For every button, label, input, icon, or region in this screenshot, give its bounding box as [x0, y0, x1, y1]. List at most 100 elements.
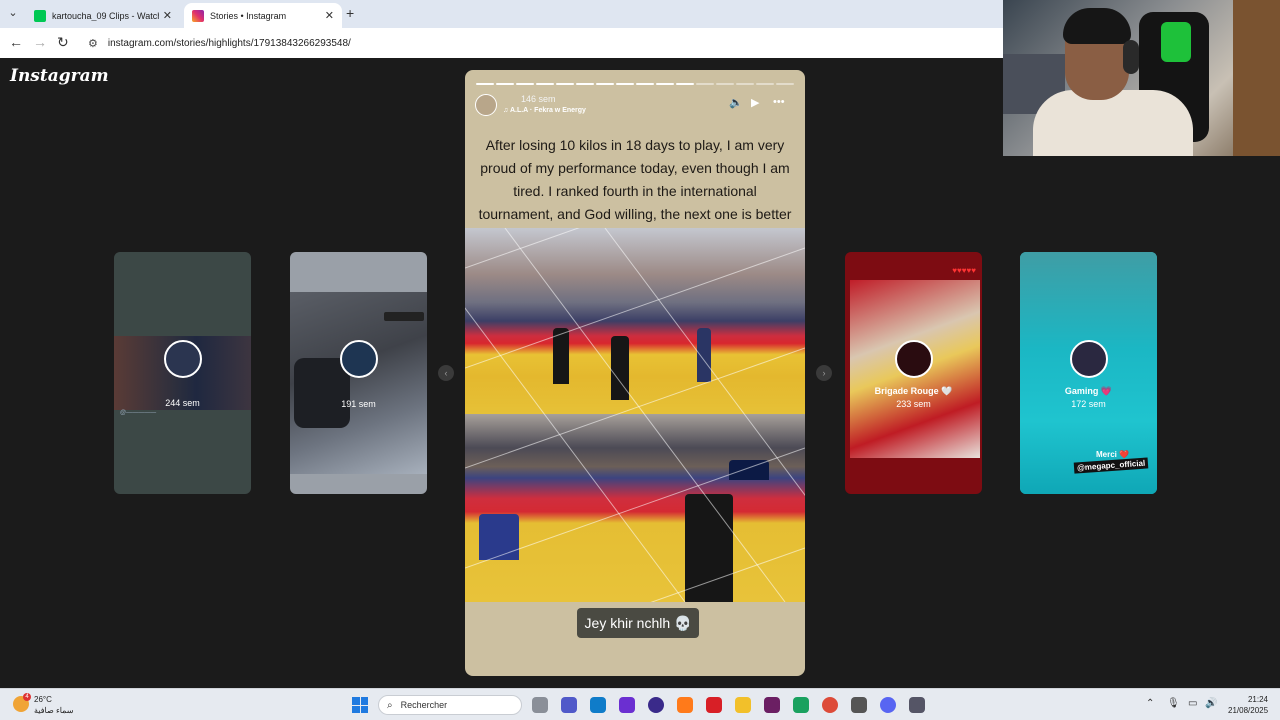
- progress-segment: [676, 83, 694, 85]
- tab-search-icon[interactable]: ⌄: [4, 6, 22, 22]
- story-music[interactable]: ♫ A.L.A · Fekra w Energy: [503, 107, 586, 114]
- story-preview-card[interactable]: 191 sem: [290, 252, 427, 494]
- network-icon[interactable]: ▭: [1188, 698, 1197, 709]
- overlay-lines: [465, 228, 805, 602]
- instagram-favicon-icon: [192, 9, 204, 22]
- tab-instagram-stories[interactable]: Stories • Instagram ✕: [184, 3, 342, 28]
- story-avatar: [1069, 340, 1108, 378]
- streamer-hair: [1063, 8, 1131, 44]
- progress-segment: [776, 83, 794, 85]
- play-icon[interactable]: ▶: [751, 96, 759, 109]
- store-icon[interactable]: [793, 697, 809, 713]
- story-avatar: [163, 340, 202, 378]
- file-explorer-icon[interactable]: [735, 697, 751, 713]
- address-bar[interactable]: ⚙ instagram.com/stories/highlights/17913…: [80, 31, 1003, 55]
- clock-time: 21:24: [1247, 695, 1268, 704]
- app-b-icon[interactable]: [619, 697, 635, 713]
- app-grey-icon[interactable]: [851, 697, 867, 713]
- next-story-icon[interactable]: ›: [816, 365, 832, 381]
- story-time: 146 sem: [521, 94, 556, 104]
- webcam-overlay: [1003, 0, 1280, 156]
- hearts-sticker: ♥♥♥♥♥: [952, 266, 976, 275]
- story-preview-card[interactable]: ♥♥♥♥♥ Brigade Rouge 🤍 233 sem: [845, 252, 982, 494]
- settings-icon[interactable]: [909, 697, 925, 713]
- story-age: 172 sem: [1071, 399, 1106, 409]
- progress-segment: [716, 83, 734, 85]
- back-icon[interactable]: ←: [9, 34, 23, 50]
- previous-story-icon[interactable]: ‹: [438, 365, 454, 381]
- start-button[interactable]: [352, 697, 368, 713]
- progress-segment: [496, 83, 514, 85]
- close-tab-icon[interactable]: ✕: [325, 9, 334, 22]
- mention-text: @—————: [120, 410, 157, 416]
- progress-segment: [696, 83, 714, 85]
- taskbar-search[interactable]: ⌕ Rechercher: [378, 695, 522, 715]
- progress-segment: [556, 83, 574, 85]
- forward-icon[interactable]: →: [33, 34, 47, 50]
- progress-segment: [636, 83, 654, 85]
- show-hidden-icons-icon[interactable]: ⌃: [1146, 698, 1154, 709]
- story-name: Gaming 💗: [1064, 386, 1113, 396]
- system-clock[interactable]: 21:24 21/08/2025: [1228, 694, 1268, 716]
- search-icon: ⌕: [387, 699, 393, 711]
- active-story[interactable]: 146 sem ♫ A.L.A · Fekra w Energy 🔈 ▶ •••…: [465, 70, 805, 676]
- new-tab-icon[interactable]: +: [346, 5, 354, 21]
- search-placeholder: Rechercher: [400, 700, 448, 710]
- progress-segment: [476, 83, 494, 85]
- instagram-logo[interactable]: Instagram: [10, 66, 109, 86]
- story-avatar: [894, 340, 933, 378]
- volume-icon[interactable]: 🔊: [1205, 698, 1217, 709]
- progress-segment: [616, 83, 634, 85]
- task-view-icon[interactable]: [532, 697, 548, 713]
- progress-segment: [656, 83, 674, 85]
- twitch-clips-favicon-icon: [34, 9, 46, 22]
- story-age: 233 sem: [896, 399, 931, 409]
- notification-badge: 4: [23, 693, 31, 701]
- chair-accent: [1161, 22, 1191, 62]
- story-header: 146 sem ♫ A.L.A · Fekra w Energy 🔈 ▶ •••: [475, 92, 795, 118]
- app-a-icon[interactable]: [677, 697, 693, 713]
- teams-icon[interactable]: [561, 697, 577, 713]
- site-info-icon[interactable]: ⚙: [88, 37, 98, 50]
- sticker-tag: [384, 312, 424, 321]
- close-tab-icon[interactable]: ✕: [163, 9, 172, 22]
- music-label: A.L.A · Fekra w Energy: [509, 107, 586, 114]
- progress-segment: [596, 83, 614, 85]
- tab-label: Stories • Instagram: [210, 10, 287, 21]
- progress-segment: [516, 83, 534, 85]
- windows-taskbar: 4 26°C سماء صافية ⌕ Rechercher ⌃ 🎙 ▭ 🔊 2…: [0, 688, 1280, 720]
- shelf-shape: [1233, 0, 1280, 156]
- story-author-avatar[interactable]: [475, 94, 497, 116]
- music-icon: ♫: [503, 107, 510, 114]
- story-age: 191 sem: [341, 399, 376, 409]
- microphone-icon[interactable]: 🎙: [1167, 698, 1180, 709]
- story-name: Brigade Rouge 🤍: [874, 386, 953, 396]
- app-v-icon[interactable]: [764, 697, 780, 713]
- url-text: instagram.com/stories/highlights/1791384…: [107, 37, 351, 49]
- merci-sticker: Merci ❤️: [1096, 450, 1130, 459]
- story-progress-bar: [476, 83, 794, 85]
- discord-icon[interactable]: [880, 697, 896, 713]
- streamer-shirt: [1033, 90, 1193, 156]
- weather-temperature[interactable]: 26°C: [34, 695, 52, 704]
- tab-label: kartoucha_09 Clips - Watch Live: [52, 10, 159, 21]
- progress-segment: [536, 83, 554, 85]
- progress-segment: [736, 83, 754, 85]
- chrome-icon[interactable]: [822, 697, 838, 713]
- story-avatar: [339, 340, 378, 378]
- progress-segment: [756, 83, 774, 85]
- app-o-icon[interactable]: [648, 697, 664, 713]
- story-age: 244 sem: [165, 398, 200, 408]
- more-options-icon[interactable]: •••: [773, 96, 785, 108]
- mute-icon[interactable]: 🔈: [729, 96, 743, 109]
- story-preview-card[interactable]: Gaming 💗 172 sem Merci ❤️ @megapc_offici…: [1020, 252, 1157, 494]
- tab-kartoucha[interactable]: kartoucha_09 Clips - Watch Live ✕: [26, 3, 180, 28]
- clock-date: 21/08/2025: [1228, 706, 1269, 715]
- progress-segment: [576, 83, 594, 85]
- opera-icon[interactable]: [706, 697, 722, 713]
- story-preview-card[interactable]: 244 sem @—————: [114, 252, 251, 494]
- text-sticker: Jey khir nchlh 💀: [577, 608, 699, 638]
- reload-icon[interactable]: ↻: [57, 34, 69, 51]
- edge-icon[interactable]: [590, 697, 606, 713]
- weather-description[interactable]: سماء صافية: [34, 706, 74, 715]
